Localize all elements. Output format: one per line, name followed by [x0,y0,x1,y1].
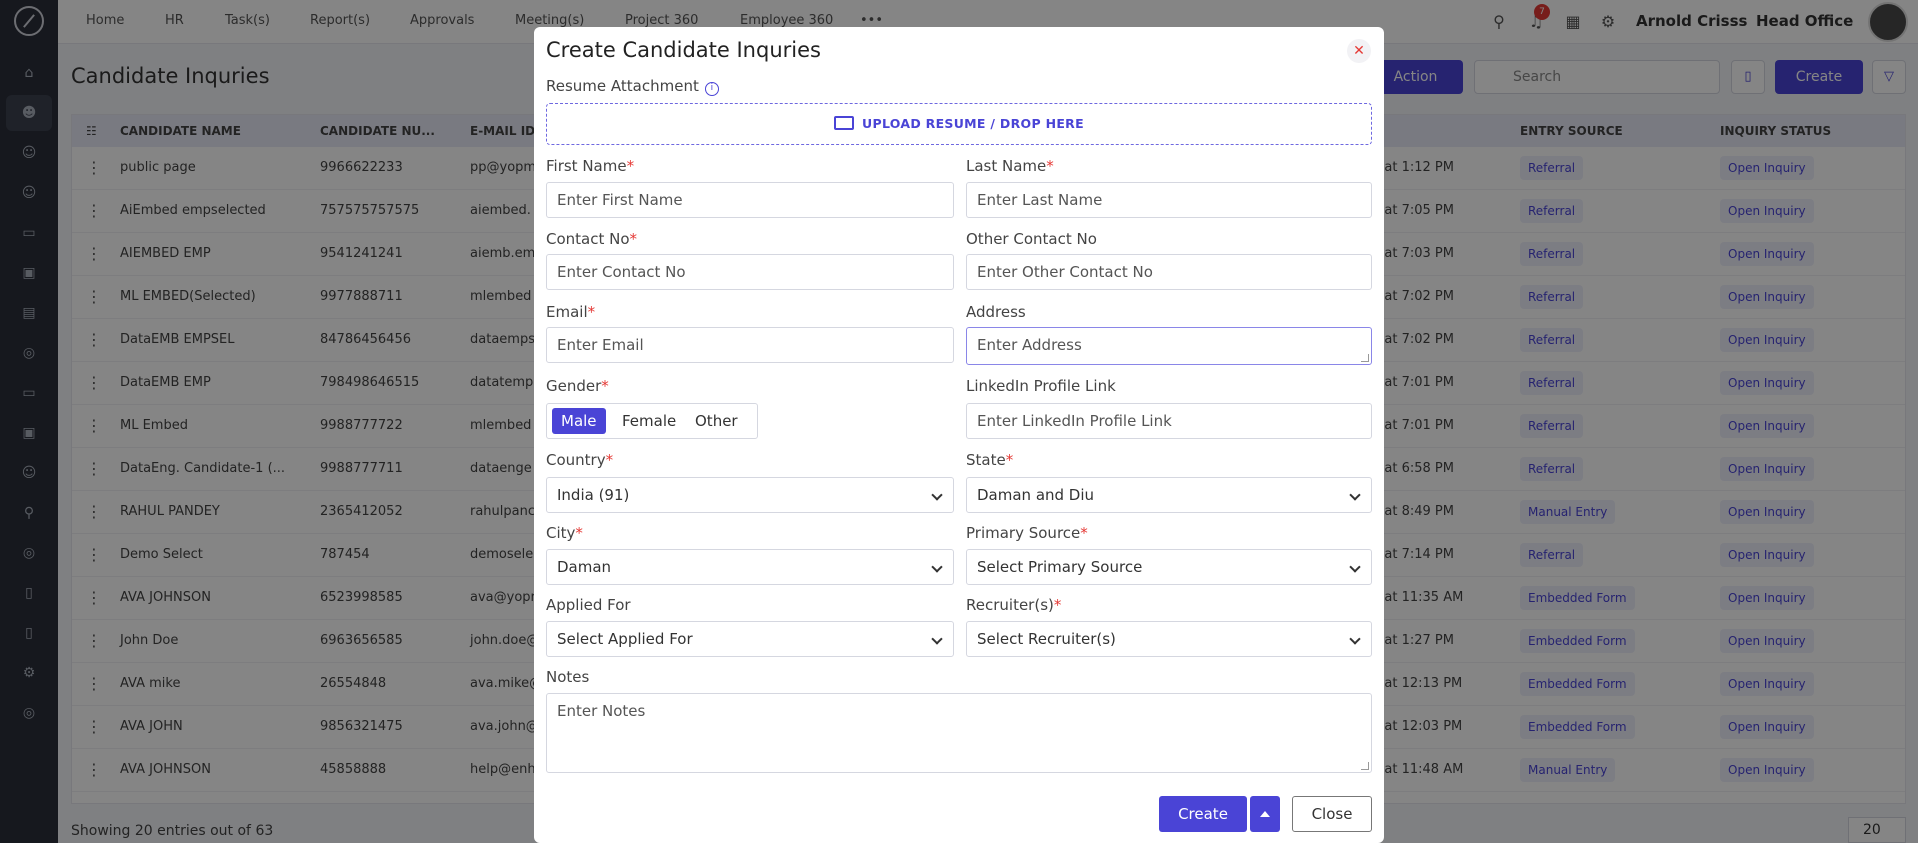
resume-label: Resume Attachment i [546,77,719,96]
recruiter-select[interactable]: Select Recruiter(s) [966,621,1372,657]
state-value: Daman and Diu [977,486,1095,504]
recruiter-label: Recruiter(s)* [966,596,1061,614]
chevron-down-icon [1349,633,1361,645]
state-label-text: State [966,451,1006,469]
email-label: Email* [546,303,595,321]
resume-label-text: Resume Attachment [546,77,699,95]
chevron-down-icon [931,489,943,501]
chevron-down-icon [1349,561,1361,573]
contact-label: Contact No* [546,230,637,248]
state-label: State* [966,451,1013,469]
last-name-field[interactable]: Enter Last Name [966,182,1372,218]
notes-placeholder: Enter Notes [557,702,646,720]
gender-toggle: Male Female Other [546,403,758,439]
required-mark: * [587,303,596,321]
recruiter-value: Select Recruiter(s) [977,630,1116,648]
create-candidate-modal: Create Candidate Inquries ✕ Resume Attac… [534,27,1384,843]
gender-other[interactable]: Other [686,408,747,434]
email-label-text: Email [546,303,588,321]
applied-for-label: Applied For [546,596,631,614]
state-select[interactable]: Daman and Diu [966,477,1372,513]
primary-source-label-text: Primary Source [966,524,1081,542]
chevron-down-icon [931,561,943,573]
modal-create-button[interactable]: Create [1159,796,1247,832]
close-icon[interactable]: ✕ [1347,39,1371,63]
address-field[interactable]: Enter Address [966,327,1372,365]
contact-label-text: Contact No [546,230,630,248]
gender-label-text: Gender [546,377,602,395]
other-contact-label: Other Contact No [966,230,1097,248]
required-mark: * [1053,596,1062,614]
create-options-caret-icon[interactable] [1250,796,1280,832]
email-field[interactable]: Enter Email [546,327,954,363]
notes-label: Notes [546,668,590,686]
gender-male[interactable]: Male [552,408,606,434]
modal-title: Create Candidate Inquries [546,38,821,62]
required-mark: * [629,230,638,248]
resize-handle[interactable] [1361,354,1369,362]
info-icon[interactable]: i [704,82,719,96]
city-label-text: City [546,524,576,542]
gender-female[interactable]: Female [613,408,685,434]
required-mark: * [601,377,609,395]
upload-resume-dropzone[interactable]: UPLOAD RESUME / DROP HERE [546,103,1372,145]
notes-textarea[interactable]: Enter Notes [546,693,1372,773]
applied-for-select[interactable]: Select Applied For [546,621,954,657]
primary-source-select[interactable]: Select Primary Source [966,549,1372,585]
city-value: Daman [557,558,612,576]
city-select[interactable]: Daman [546,549,954,585]
other-contact-field[interactable]: Enter Other Contact No [966,254,1372,290]
required-mark: * [1046,157,1054,175]
required-mark: * [605,451,614,469]
last-name-label: Last Name* [966,157,1054,175]
applied-for-value: Select Applied For [557,630,693,648]
required-mark: * [1005,451,1014,469]
modal-close-button[interactable]: Close [1292,796,1372,832]
first-name-field[interactable]: Enter First Name [546,182,954,218]
contact-field[interactable]: Enter Contact No [546,254,954,290]
address-label: Address [966,303,1026,321]
folder-icon [834,116,855,130]
chevron-down-icon [1349,489,1361,501]
country-value: India (91) [557,486,630,504]
country-label-text: Country [546,451,606,469]
primary-source-label: Primary Source* [966,524,1088,542]
linkedin-field[interactable]: Enter LinkedIn Profile Link [966,403,1372,439]
country-label: Country* [546,451,613,469]
gender-label: Gender* [546,377,609,395]
last-name-label-text: Last Name [966,157,1047,175]
address-placeholder: Enter Address [977,336,1082,354]
linkedin-label: LinkedIn Profile Link [966,377,1116,395]
city-label: City* [546,524,583,542]
chevron-down-icon [931,633,943,645]
recruiter-label-text: Recruiter(s) [966,596,1054,614]
first-name-label: First Name* [546,157,634,175]
primary-source-value: Select Primary Source [977,558,1143,576]
first-name-label-text: First Name [546,157,627,175]
upload-text: UPLOAD RESUME / DROP HERE [862,116,1084,131]
required-mark: * [626,157,635,175]
required-mark: * [1080,524,1088,542]
required-mark: * [575,524,583,542]
country-select[interactable]: India (91) [546,477,954,513]
resize-handle[interactable] [1361,762,1369,770]
